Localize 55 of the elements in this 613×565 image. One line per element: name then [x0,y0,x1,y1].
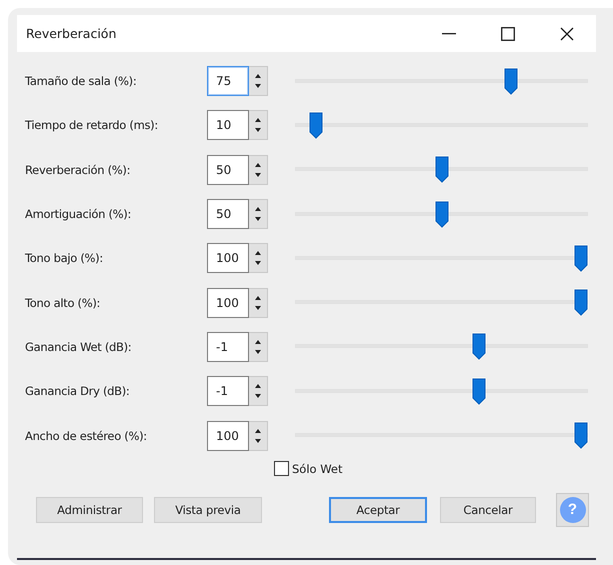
slider-thumb[interactable] [308,112,323,139]
slider-thumb[interactable] [434,200,448,228]
slider[interactable] [295,200,588,228]
slider-thumb[interactable] [574,422,588,450]
checkbox-label[interactable]: Sólo Wet [292,462,343,476]
field-label: Ganancia Wet (dB): [25,340,132,354]
spin-buttons[interactable] [249,288,268,318]
slider[interactable] [295,68,588,95]
close-icon [560,26,574,40]
slider[interactable] [295,422,588,450]
slider-thumb[interactable] [574,289,588,316]
number-field[interactable]: 100 [207,288,249,318]
number-field[interactable]: 50 [207,154,249,185]
number-field[interactable]: 75 [207,66,249,96]
field-label: Ancho de estéreo (%): [25,428,148,443]
slider[interactable] [295,156,588,184]
spin-buttons[interactable] [249,154,268,185]
dialog-button[interactable]: Administrar [36,496,143,523]
field-label: Reverberación (%): [25,162,132,177]
spin-buttons[interactable] [249,110,268,140]
field-label: Tamaño de sala (%): [25,74,138,88]
field-label: Tono bajo (%): [25,251,104,266]
slider-thumb[interactable] [472,378,486,405]
field-label: Tono alto (%): [25,296,102,310]
slider-thumb[interactable] [574,244,588,272]
slider[interactable] [295,244,588,272]
maximize-icon [500,26,514,40]
number-field[interactable]: 10 [207,110,249,140]
slider-thumb[interactable] [434,156,448,184]
slider-thumb[interactable] [504,68,518,95]
spin-buttons[interactable] [249,332,268,362]
dialog-button[interactable]: Aceptar [329,496,427,523]
number-field[interactable]: 100 [207,420,249,451]
slider[interactable] [295,333,588,360]
spin-buttons[interactable] [249,199,268,230]
spin-buttons[interactable] [249,376,268,406]
spin-buttons[interactable] [249,66,268,96]
number-field[interactable]: 100 [207,243,249,274]
spin-buttons[interactable] [249,420,268,451]
slider[interactable] [295,289,588,316]
field-label: Ganancia Dry (dB): [25,384,130,398]
spin-buttons[interactable] [249,243,268,274]
slider[interactable] [295,112,588,139]
slider[interactable] [295,378,588,405]
number-field[interactable]: -1 [207,332,249,362]
dialog-button[interactable]: Cancelar [440,496,536,523]
field-label: Amortiguación (%): [25,207,132,222]
checkbox[interactable] [274,461,289,476]
field-label: Tiempo de retardo (ms): [25,118,159,132]
minimize-icon [442,32,456,34]
number-field[interactable]: 50 [207,199,249,230]
dialog-button[interactable]: Vista previa [154,496,262,523]
window-title: Reverberación [26,26,118,41]
slider-thumb[interactable] [472,333,486,360]
number-field[interactable]: -1 [207,376,249,406]
